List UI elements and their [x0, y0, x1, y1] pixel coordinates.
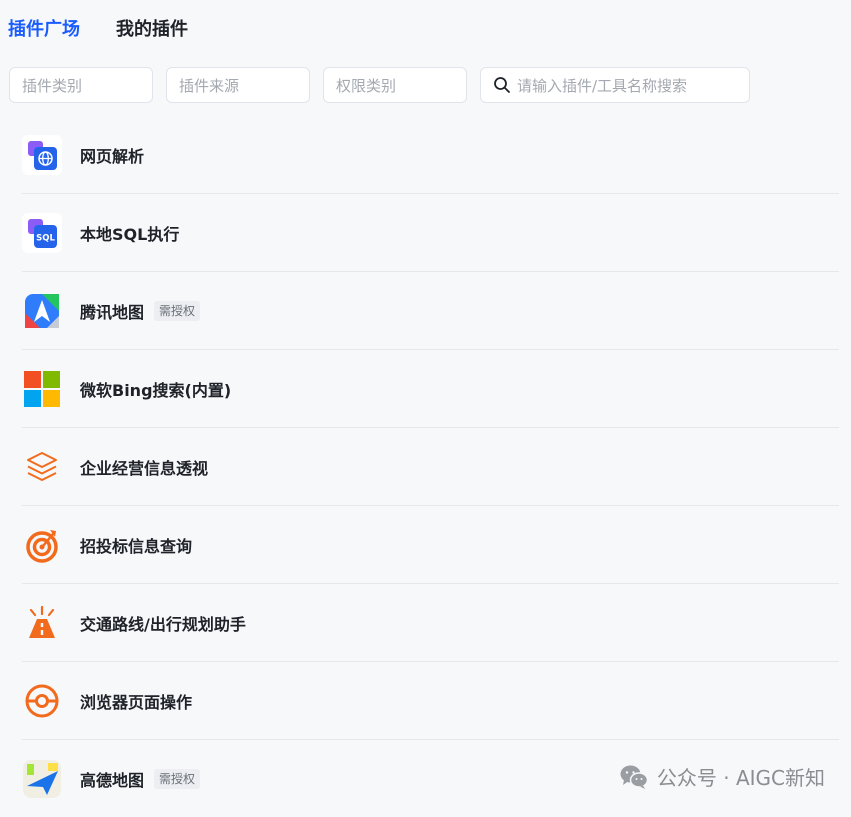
browser-icon	[22, 681, 62, 721]
plugin-name: 交通路线/出行规划助手	[80, 614, 246, 634]
tencent-map-icon	[22, 291, 62, 331]
auth-required-badge: 需授权	[154, 300, 201, 321]
tab-my-plugins[interactable]: 我的插件	[116, 18, 188, 42]
search-icon	[494, 77, 510, 93]
plugin-item-bidding-info[interactable]: 招投标信息查询	[22, 506, 839, 584]
plugin-item-tencent-map[interactable]: 腾讯地图 需授权	[22, 272, 839, 350]
sql-icon: SQL	[22, 212, 62, 253]
plugin-item-browser-operation[interactable]: 浏览器页面操作	[22, 662, 839, 740]
layers-icon	[22, 447, 62, 487]
auth-required-badge: 需授权	[154, 768, 201, 789]
globe-web-icon	[22, 134, 62, 175]
filter-bar: 插件类别 插件来源 权限类别 请输入插件/工具名称搜索	[9, 67, 763, 103]
search-input[interactable]: 请输入插件/工具名称搜索	[480, 67, 750, 103]
watermark-text: 公众号 · AIGC新知	[656, 766, 825, 790]
plugin-name: 招投标信息查询	[80, 536, 193, 556]
target-icon	[22, 525, 62, 565]
plugin-category-placeholder: 插件类别	[22, 76, 83, 95]
tab-plugin-square[interactable]: 插件广场	[8, 18, 80, 42]
plugin-source-placeholder: 插件来源	[179, 76, 240, 95]
plugin-name: 微软Bing搜索(内置)	[80, 380, 232, 400]
plugin-name: 企业经营信息透视	[80, 458, 209, 478]
plugin-name: 高德地图	[80, 770, 145, 790]
amap-icon	[22, 759, 62, 799]
plugin-category-select[interactable]: 插件类别	[9, 67, 153, 103]
plugin-item-route-planner[interactable]: 交通路线/出行规划助手	[22, 584, 839, 662]
plugin-list: 网页解析 SQL 本地SQL执行 腾讯地图 需授权 微软Bing搜索(内置) 企…	[22, 116, 839, 817]
plugin-tabs: 插件广场 我的插件	[8, 16, 224, 44]
wechat-watermark: 公众号 · AIGC新知	[619, 762, 825, 791]
permission-category-select[interactable]: 权限类别	[323, 67, 467, 103]
plugin-item-local-sql[interactable]: SQL 本地SQL执行	[22, 194, 839, 272]
plugin-name: 本地SQL执行	[80, 224, 180, 244]
plugin-item-business-info[interactable]: 企业经营信息透视	[22, 428, 839, 506]
plugin-name: 腾讯地图	[80, 302, 145, 322]
plugin-source-select[interactable]: 插件来源	[166, 67, 310, 103]
road-icon	[22, 603, 62, 643]
search-placeholder: 请输入插件/工具名称搜索	[517, 76, 688, 95]
plugin-name: 网页解析	[80, 146, 145, 166]
plugin-item-bing-search[interactable]: 微软Bing搜索(内置)	[22, 350, 839, 428]
permission-category-placeholder: 权限类别	[336, 76, 397, 95]
microsoft-logo-icon	[22, 369, 62, 409]
wechat-icon	[620, 765, 649, 789]
plugin-name: 浏览器页面操作	[80, 692, 193, 712]
svg-text:SQL: SQL	[36, 233, 55, 243]
plugin-item-web-parse[interactable]: 网页解析	[22, 116, 839, 194]
